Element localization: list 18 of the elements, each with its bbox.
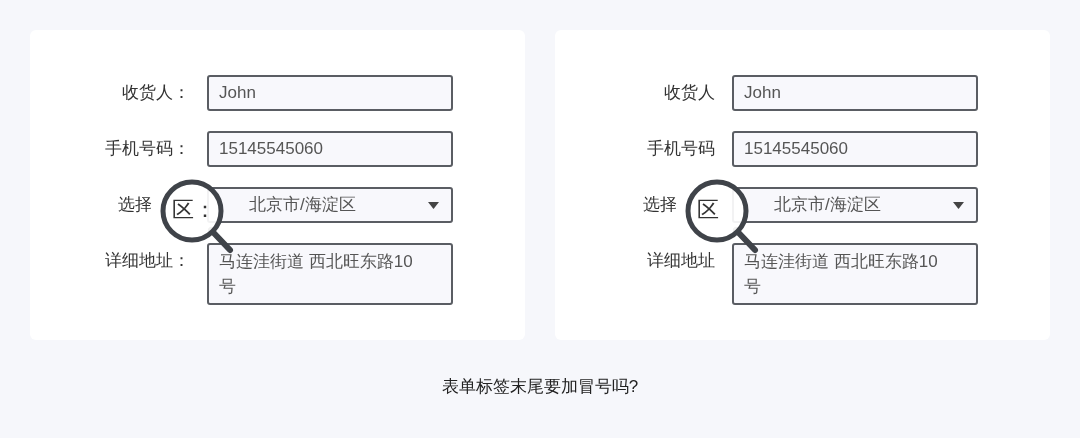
field-label: 手机号码 xyxy=(647,138,715,161)
field-label: 选择 xyxy=(118,194,152,217)
field-label: 详细地址 xyxy=(647,250,715,272)
field-label: 手机号码： xyxy=(105,138,190,161)
textarea-field[interactable]: 马连洼街道 西北旺东路10号 xyxy=(207,243,453,305)
field-label: 收货人 xyxy=(664,82,715,105)
input-field[interactable]: John xyxy=(732,75,978,111)
input-field[interactable]: 15145545060 xyxy=(207,131,453,167)
field-label: 收货人： xyxy=(122,82,190,105)
caret-icon xyxy=(428,201,439,209)
magnified-label: 区 xyxy=(697,196,719,225)
caret-icon xyxy=(953,201,964,209)
input-field[interactable]: 15145545060 xyxy=(732,131,978,167)
textarea-field[interactable]: 马连洼街道 西北旺东路10号 xyxy=(732,243,978,305)
field-label: 选择 xyxy=(643,194,677,217)
input-field[interactable]: John xyxy=(207,75,453,111)
field-label: 详细地址： xyxy=(105,250,190,272)
caption: 表单标签末尾要加冒号吗? xyxy=(441,376,639,398)
